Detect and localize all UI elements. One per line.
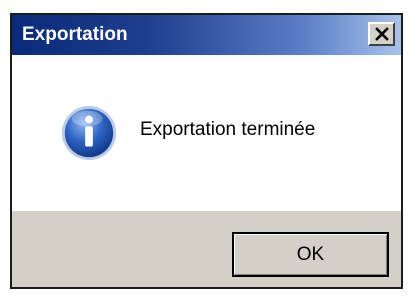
close-icon: [374, 27, 389, 41]
message-dialog: Exportation Exportation terminée OK: [10, 13, 403, 289]
dialog-title: Exportation: [22, 24, 128, 45]
ok-button[interactable]: OK: [232, 232, 389, 277]
screen: Exportation Exportation terminée OK: [0, 0, 417, 301]
message-text: Exportation terminée: [140, 119, 316, 140]
info-icon: [61, 105, 117, 161]
title-bar[interactable]: Exportation: [12, 15, 401, 55]
dialog-content: Exportation terminée: [12, 55, 401, 211]
close-button[interactable]: [368, 22, 395, 46]
